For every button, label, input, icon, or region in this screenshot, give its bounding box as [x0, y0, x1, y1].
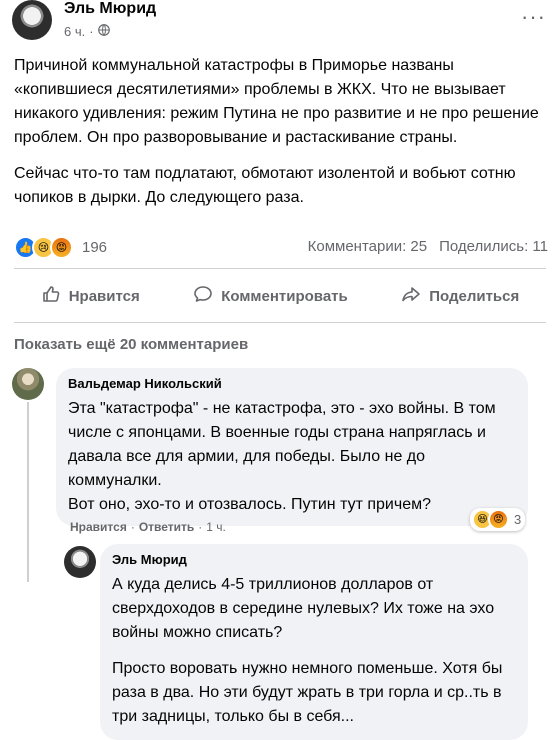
reply-author[interactable]: Эль Мюрид [112, 552, 516, 567]
comment-actions: Нравится · Ответить · 1 ч. [70, 520, 226, 534]
globe-icon [97, 24, 110, 39]
comment-time[interactable]: 1 ч. [206, 520, 226, 534]
post-reactions[interactable]: 👍 😢 😡 196 [14, 236, 107, 259]
angry-reaction-icon: 😡 [488, 509, 509, 530]
comment-like-button[interactable]: Нравится [70, 520, 127, 534]
comment-text: Эта "катастрофа" - не катастрофа, это - … [68, 400, 496, 513]
comment-reply-button[interactable]: Ответить [139, 520, 194, 534]
comment-bubble: Вальдемар Никольский Эта "катастрофа" - … [56, 368, 528, 526]
post-paragraph: Сейчас что-то там подлатают, обмотают из… [14, 165, 516, 206]
angry-reaction-icon: 😡 [50, 236, 73, 259]
show-more-comments-link[interactable]: Показать ещё 20 комментариев [14, 336, 248, 353]
like-label: Нравится [68, 287, 140, 305]
author-avatar[interactable] [12, 0, 52, 40]
comment-reactions-count: 3 [514, 512, 522, 527]
shares-count-link[interactable]: Поделились: 11 [439, 238, 548, 255]
comment-bubble-icon [193, 284, 213, 308]
reactions-count: 196 [82, 239, 108, 256]
reply-bubble: Эль Мюрид А куда делись 4-5 триллионов д… [100, 544, 528, 740]
share-button[interactable]: Поделиться [401, 284, 519, 308]
comment-author[interactable]: Вальдемар Никольский [68, 376, 516, 391]
comments-count-link[interactable]: Комментарии: 25 [308, 238, 428, 255]
divider [14, 268, 546, 269]
post-author-name[interactable]: Эль Мюрид [64, 0, 156, 18]
share-arrow-icon [401, 284, 421, 308]
thread-line [27, 402, 29, 582]
post-stats: Комментарии: 25 Поделились: 11 [308, 238, 548, 255]
more-options-icon[interactable]: ··· [521, 4, 546, 30]
reply-paragraph: А куда делись 4-5 триллионов долларов от… [112, 576, 495, 641]
comment-label: Комментировать [221, 287, 348, 305]
post-text: Причиной коммунальной катастрофы в Примо… [14, 54, 549, 222]
post-meta: 6 ч. · [64, 24, 110, 39]
thumbs-up-icon [41, 284, 61, 308]
reply-paragraph: Просто воровать нужно немного поменьше. … [112, 660, 503, 725]
post-actions: Нравится Комментировать Поделиться [14, 280, 546, 312]
divider [14, 322, 546, 323]
reply-avatar[interactable] [64, 546, 96, 578]
like-button[interactable]: Нравится [41, 284, 140, 308]
share-label: Поделиться [429, 287, 520, 305]
post-time[interactable]: 6 ч. [64, 24, 85, 39]
comment-avatar[interactable] [12, 368, 44, 400]
comment-button[interactable]: Комментировать [193, 284, 348, 308]
post-paragraph: Причиной коммунальной катастрофы в Примо… [14, 57, 539, 146]
comment-reactions[interactable]: 😆 😡 3 [470, 508, 526, 531]
